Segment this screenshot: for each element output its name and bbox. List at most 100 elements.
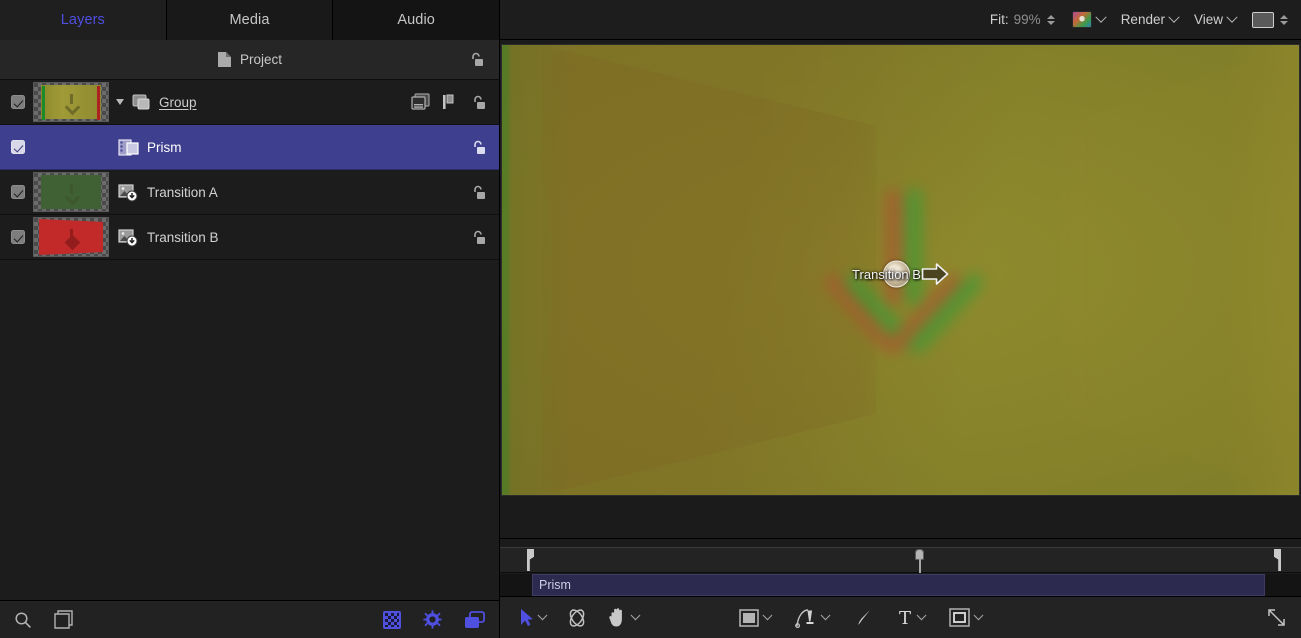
layer-name-prism[interactable]: Prism	[147, 140, 182, 155]
canvas-top-toolbar: Fit: 99% Render View	[500, 0, 1301, 40]
view-menu-label: View	[1194, 12, 1223, 27]
layers-panel-bottom-bar	[0, 600, 499, 638]
unlocked-padlock-icon[interactable]	[471, 95, 487, 110]
tab-audio[interactable]: Audio	[333, 0, 499, 40]
prism-filter-icon	[118, 138, 139, 157]
paint-tool[interactable]	[853, 608, 873, 628]
canvas-panel: Fit: 99% Render View	[500, 0, 1301, 638]
layer-thumbnail-group	[33, 82, 109, 122]
layer-visibility-checkbox-prism[interactable]	[11, 140, 25, 154]
canvas-resize-control[interactable]	[1266, 607, 1287, 628]
stepper-icon[interactable]	[1046, 15, 1056, 25]
tab-media-label: Media	[230, 12, 270, 28]
layer-name-group[interactable]: Group	[159, 95, 197, 110]
chevron-down-icon[interactable]	[917, 610, 927, 620]
paint-stroke-icon[interactable]	[853, 608, 873, 628]
motion-app-window: Layers Media Audio Project	[0, 0, 1301, 638]
shape-tool[interactable]	[739, 609, 771, 627]
diagonal-resize-icon[interactable]	[1266, 607, 1287, 628]
panel-tabbar: Layers Media Audio	[0, 0, 499, 40]
project-label: Project	[240, 52, 282, 67]
checkerboard-icon[interactable]	[383, 611, 401, 629]
color-gradient-swatch-icon	[1072, 11, 1092, 28]
3d-orbit-tool[interactable]	[566, 607, 588, 629]
layer-row-transition-b[interactable]: Transition B	[0, 215, 499, 260]
mask-tool[interactable]	[949, 608, 982, 627]
bezier-pen-icon[interactable]	[795, 607, 817, 628]
color-channels-control[interactable]	[1072, 11, 1105, 28]
gear-icon[interactable]	[423, 610, 442, 629]
text-t-icon[interactable]: T	[897, 608, 913, 627]
unlocked-padlock-icon[interactable]	[471, 185, 487, 200]
gray-swatch-icon	[1252, 12, 1274, 28]
render-menu-label: Render	[1121, 12, 1165, 27]
hand-icon[interactable]	[608, 607, 627, 628]
chevron-down-icon[interactable]	[974, 610, 984, 620]
layer-visibility-checkbox-transition-a[interactable]	[11, 185, 25, 199]
frame-icon[interactable]	[54, 610, 73, 629]
layers-panel: Layers Media Audio Project	[0, 0, 500, 638]
project-row[interactable]: Project	[0, 40, 499, 80]
timeline-clip-label: Prism	[539, 578, 571, 592]
chevron-down-icon[interactable]	[538, 610, 548, 620]
unlocked-padlock-icon[interactable]	[471, 230, 487, 245]
onscreen-drop-zone-control[interactable]: Transition B	[852, 263, 949, 285]
layer-visibility-checkbox-transition-b[interactable]	[11, 230, 25, 244]
layer-row-group[interactable]: Group	[0, 80, 499, 125]
svg-text:T: T	[899, 608, 911, 627]
right-arrow-icon[interactable]	[922, 263, 949, 285]
playhead-icon[interactable]	[915, 549, 924, 573]
render-menu[interactable]: Render	[1121, 12, 1178, 27]
arrow-cursor-icon[interactable]	[520, 608, 534, 627]
chevron-down-icon[interactable]	[763, 610, 773, 620]
chevron-down-icon[interactable]	[631, 610, 641, 620]
layer-thumbnail-transition-b	[33, 217, 109, 257]
layer-list: Group	[0, 80, 499, 600]
unlocked-padlock-icon[interactable]	[471, 140, 487, 155]
timeline-clip-track: Prism	[500, 574, 1301, 596]
search-icon[interactable]	[14, 611, 32, 629]
background-color-control[interactable]	[1252, 12, 1289, 28]
unlocked-padlock-icon[interactable]	[469, 52, 485, 67]
layer-name-transition-b[interactable]: Transition B	[147, 230, 219, 245]
rectangle-mask-icon[interactable]	[949, 608, 970, 627]
text-tool[interactable]: T	[897, 608, 925, 627]
preview-canvas[interactable]: Transition B	[501, 44, 1300, 496]
tab-media[interactable]: Media	[167, 0, 334, 40]
tab-audio-label: Audio	[397, 12, 435, 28]
orbit-3d-icon[interactable]	[566, 607, 588, 629]
mini-timeline[interactable]: Prism	[500, 538, 1301, 596]
bezier-tool[interactable]	[795, 607, 829, 628]
zoom-fit-control[interactable]: Fit: 99%	[990, 12, 1056, 27]
rectangle-shape-icon[interactable]	[739, 609, 759, 627]
layer-row-prism[interactable]: Prism	[0, 125, 499, 170]
timeline-ruler[interactable]	[500, 547, 1301, 573]
group-disclosure-triangle[interactable]	[116, 99, 124, 105]
zoom-fit-value: 99%	[1014, 12, 1041, 27]
group-icon	[132, 94, 151, 111]
tab-layers[interactable]: Layers	[0, 0, 167, 40]
chevron-down-icon[interactable]	[821, 610, 831, 620]
layer-row-transition-a[interactable]: Transition A	[0, 170, 499, 215]
chevron-down-icon	[1226, 11, 1237, 22]
layer-name-transition-a[interactable]: Transition A	[147, 185, 218, 200]
layers-stack-icon[interactable]	[464, 611, 485, 629]
select-tool[interactable]	[520, 608, 546, 627]
view-menu[interactable]: View	[1194, 12, 1236, 27]
timeline-clip-prism[interactable]: Prism	[532, 574, 1265, 596]
flatten-group-icon[interactable]	[411, 93, 430, 111]
chevron-down-icon	[1168, 11, 1179, 22]
image-drop-icon	[118, 183, 139, 202]
stepper-icon[interactable]	[1279, 15, 1289, 25]
drop-zone-label: Transition B	[852, 267, 921, 282]
tab-layers-label: Layers	[61, 12, 105, 28]
pan-tool[interactable]	[608, 607, 639, 628]
canvas-bottom-toolbar: T	[500, 596, 1301, 638]
zoom-fit-label: Fit:	[990, 12, 1009, 27]
layer-visibility-checkbox-group[interactable]	[11, 95, 25, 109]
document-icon	[217, 51, 232, 68]
layer-thumbnail-transition-a	[33, 172, 109, 212]
mask-alignment-icon[interactable]	[442, 94, 459, 110]
chevron-down-icon	[1095, 11, 1106, 22]
image-drop-icon	[118, 228, 139, 247]
